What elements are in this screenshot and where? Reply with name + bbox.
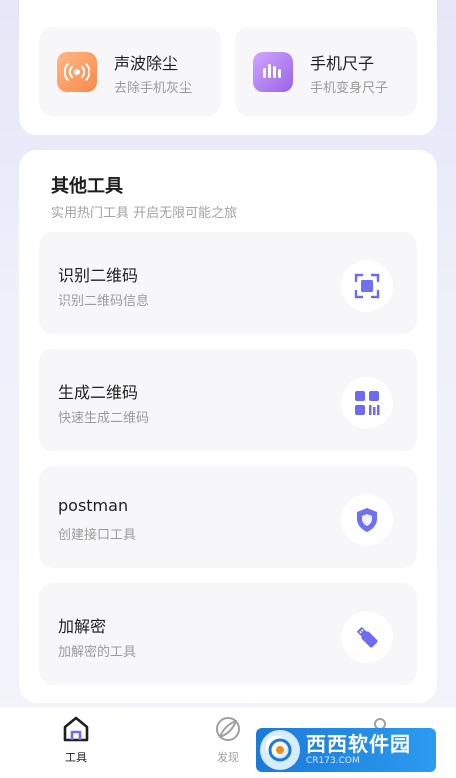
- tab-discover-label: 发现: [217, 751, 239, 764]
- tool-postman[interactable]: postman 创建接口工具: [39, 466, 417, 568]
- dust-removal-title: 声波除尘: [114, 54, 179, 73]
- ruler-card[interactable]: 手机尺子 手机变身尺子: [235, 27, 417, 116]
- tool-subtitle: 识别二维码信息: [58, 294, 150, 309]
- tool-subtitle: 快速生成二维码: [58, 411, 150, 426]
- tab-tools[interactable]: 工具: [46, 715, 106, 765]
- dust-removal-subtitle: 去除手机灰尘: [114, 81, 193, 96]
- scan-qr-icon: [341, 260, 393, 312]
- ruler-subtitle: 手机变身尺子: [310, 81, 389, 96]
- dust-removal-card[interactable]: 声波除尘 去除手机灰尘: [39, 27, 221, 116]
- section-title: 其他工具: [51, 176, 123, 197]
- shield-icon: [341, 494, 393, 546]
- tool-title: 识别二维码: [58, 266, 139, 285]
- qr-code-icon: [341, 377, 393, 429]
- ruler-title: 手机尺子: [310, 54, 375, 73]
- home-icon: [61, 716, 91, 747]
- usb-key-icon: [341, 611, 393, 663]
- tool-generate-qr[interactable]: 生成二维码 快速生成二维码: [39, 349, 417, 451]
- tool-title: postman: [58, 496, 129, 515]
- tool-title: 加解密: [58, 617, 107, 636]
- tool-encrypt-decrypt[interactable]: 加解密 加解密的工具: [39, 583, 417, 685]
- site-watermark: 西西软件园 CR173.COM: [256, 728, 436, 772]
- tool-subtitle: 创建接口工具: [58, 528, 137, 543]
- watermark-text: 西西软件园: [306, 732, 411, 756]
- other-tools-card: 其他工具 实用热门工具 开启无限可能之旅 识别二维码 识别二维码信息 生成二维码…: [19, 150, 437, 703]
- sound-wave-icon: [57, 52, 97, 92]
- section-subtitle: 实用热门工具 开启无限可能之旅: [51, 206, 238, 221]
- quick-tools-card: 声波除尘 去除手机灰尘 手机尺子 手机变身尺子: [19, 0, 437, 135]
- tool-subtitle: 加解密的工具: [58, 645, 137, 660]
- tab-discover[interactable]: 发现: [198, 715, 258, 765]
- ruler-icon: [253, 52, 293, 92]
- watermark-subtext: CR173.COM: [306, 756, 360, 766]
- watermark-logo-icon: [260, 730, 300, 770]
- tab-tools-label: 工具: [65, 751, 87, 764]
- tool-title: 生成二维码: [58, 383, 139, 402]
- compass-icon: [214, 717, 242, 747]
- tool-scan-qr[interactable]: 识别二维码 识别二维码信息: [39, 232, 417, 334]
